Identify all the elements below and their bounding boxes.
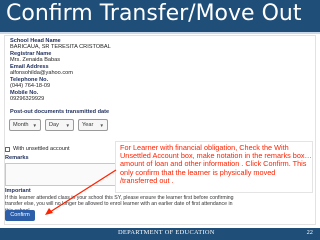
unsettled-account-label: With unsettled account bbox=[13, 146, 70, 152]
year-select[interactable]: Year ▼ bbox=[78, 119, 108, 131]
remarks-label: Remarks bbox=[5, 155, 29, 161]
mobile-value: 09296329929 bbox=[10, 96, 45, 102]
year-select-value: Year bbox=[82, 122, 94, 128]
page-number: 22 bbox=[306, 229, 313, 236]
day-select-value: Day bbox=[49, 122, 59, 128]
title-bar: Confirm Transfer/Move Out bbox=[0, 0, 320, 32]
instruction-callout: For Learner with financial obligation, C… bbox=[115, 141, 313, 193]
instruction-callout-text: For Learner with financial obligation, C… bbox=[120, 143, 312, 185]
chevron-down-icon: ▼ bbox=[32, 123, 37, 128]
telephone-value: (044) 764-18-09 bbox=[10, 83, 51, 89]
footer-text: DEPARTMENT OF EDUCATION bbox=[118, 229, 215, 236]
slide-title: Confirm Transfer/Move Out bbox=[6, 1, 302, 26]
chevron-down-icon: ▼ bbox=[65, 123, 70, 128]
month-select-value: Month bbox=[13, 122, 29, 128]
day-select[interactable]: Day ▼ bbox=[45, 119, 74, 131]
important-label: Important bbox=[5, 188, 31, 194]
registrar-name-value: Mrs. Zenaida Babas bbox=[10, 57, 61, 63]
unsettled-account-checkbox[interactable] bbox=[5, 147, 10, 152]
chevron-down-icon: ▼ bbox=[99, 123, 104, 128]
transmitted-date-label: Post-out documents transmitted date bbox=[10, 109, 110, 115]
title-divider bbox=[0, 32, 320, 34]
month-select[interactable]: Month ▼ bbox=[9, 119, 41, 131]
confirm-button[interactable]: Confirm bbox=[5, 210, 35, 221]
important-notice: If this learner attended class in your s… bbox=[5, 195, 234, 214]
email-value: alfonsohilda@yahoo.com bbox=[10, 70, 73, 76]
footer-bar: DEPARTMENT OF EDUCATION 22 bbox=[0, 228, 320, 240]
school-head-name-value: BARICAUA, SR TERESITA CRISTOBAL bbox=[10, 44, 111, 50]
